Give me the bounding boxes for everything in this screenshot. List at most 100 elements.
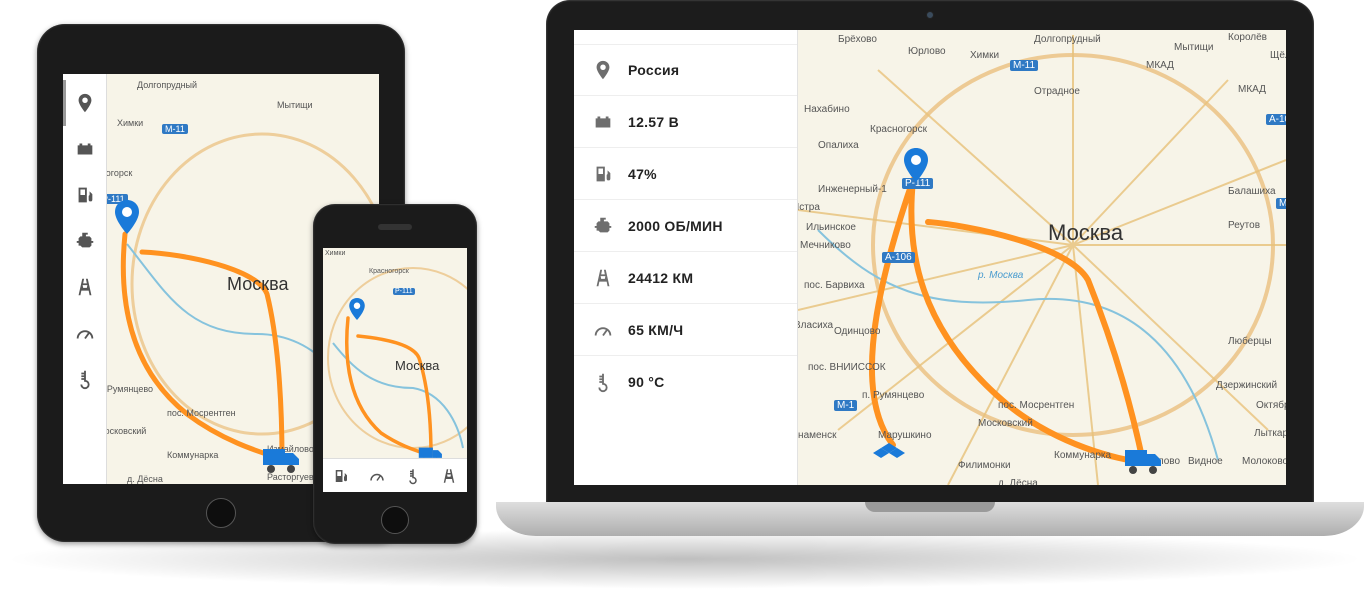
map-label-mytischi: Мытищи — [1174, 42, 1214, 53]
map-label-ilinskoe: Ильинское — [806, 222, 856, 233]
map-label-rostorguevo: Расторгуево — [267, 472, 319, 482]
metric-speed[interactable]: 65 КМ/Ч — [574, 304, 797, 356]
sidebar-item-engine[interactable] — [63, 218, 106, 264]
phone-map[interactable]: Химки Красногорск Москва Р-111 — [323, 248, 467, 458]
fuel-icon — [74, 184, 96, 206]
map-label-mytischi: Мытищи — [277, 100, 313, 110]
battery-icon — [74, 138, 96, 160]
metric-temperature[interactable]: 90 °С — [574, 356, 797, 408]
bottombar-item-speed[interactable] — [359, 459, 395, 492]
map-label-yurlovo: Юрлово — [908, 46, 946, 57]
map-label-krasnogorsk: Красногорск — [870, 124, 927, 135]
gauge-icon — [592, 319, 614, 341]
map-label-reutov: Реутов — [1228, 220, 1260, 231]
sidebar-item-speed[interactable] — [63, 310, 106, 356]
laptop-map[interactable]: Москва Брёхово Юрлово Химки Долгопрудный… — [798, 30, 1286, 485]
metric-location-value: Россия — [628, 62, 679, 78]
map-label-desna: д. Дёсна — [998, 478, 1038, 485]
map-label-dzerzhinsky: Дзержинский — [1216, 380, 1277, 391]
map-label-kommunarka: Коммунарка — [167, 450, 218, 460]
road-icon — [592, 267, 614, 289]
map-badge-a106: А-106 — [882, 252, 915, 263]
metric-odometer-value: 24412 КМ — [628, 270, 693, 286]
map-label-inzhenerny: Инженерный-1 — [818, 184, 887, 195]
map-label-balashikha: Балашиха — [1228, 186, 1276, 197]
map-label-korolev: Королёв — [1228, 32, 1267, 43]
bottombar-item-road[interactable] — [431, 459, 467, 492]
phone-label-moscow: Москва — [395, 358, 439, 373]
map-label-mosrentgen: пос. Мосрентген — [167, 408, 236, 418]
metric-rpm[interactable]: 2000 ОБ/МИН — [574, 200, 797, 252]
sidebar-item-location[interactable] — [63, 80, 106, 126]
map-badge-m7: М-7 — [1276, 198, 1286, 209]
metric-battery[interactable]: 12.57 B — [574, 96, 797, 148]
map-label-izmailovo: Измайлово — [267, 444, 314, 454]
metric-odometer[interactable]: 24412 КМ — [574, 252, 797, 304]
fuel-icon — [592, 163, 614, 185]
truck-icon — [1125, 446, 1163, 474]
map-label-khimki: Химки — [970, 50, 999, 61]
engine-icon — [74, 230, 96, 252]
map-label-mkad-2: МКАД — [1238, 84, 1266, 95]
metric-battery-value: 12.57 B — [628, 114, 679, 130]
map-label-mkad: МКАД — [1146, 60, 1174, 71]
map-label-nakhabino: Нахабино — [804, 104, 850, 115]
bottombar-item-fuel[interactable] — [323, 459, 359, 492]
map-badge-m1: М-1 — [834, 400, 857, 411]
phone-bottom-bar — [323, 458, 467, 492]
metrics-panel: Россия 12.57 B 47% 2000 ОБ/МИН 24412 КМ … — [574, 30, 798, 485]
truck-icon — [263, 445, 301, 473]
fuel-icon — [332, 467, 350, 485]
map-label-lytkarino: Лыткарино — [1254, 428, 1286, 439]
phone-home-button[interactable] — [381, 506, 409, 534]
cargo-icon — [873, 434, 907, 462]
map-badge-r111: Р-111 — [902, 178, 933, 189]
battery-icon — [592, 111, 614, 133]
laptop-frame: Москва Брёхово Юрлово Химки Долгопрудный… — [546, 0, 1314, 504]
sidebar-item-fuel[interactable] — [63, 172, 106, 218]
sidebar-item-battery[interactable] — [63, 126, 106, 172]
road-icon — [74, 276, 96, 298]
map-label-vidnoe: Видное — [1188, 456, 1223, 467]
map-label-m11: М-11 — [162, 124, 188, 134]
map-label-rumyantsevo: п. Румянцево — [862, 390, 924, 401]
engine-icon — [592, 215, 614, 237]
metric-rpm-value: 2000 ОБ/МИН — [628, 218, 723, 234]
map-label-filimonki: Филимонки — [958, 460, 1011, 471]
gauge-icon — [74, 322, 96, 344]
map-label-schelkovo: Щёлково — [1270, 50, 1286, 61]
gauge-icon — [368, 467, 386, 485]
map-label-dolgoprudny: Долгопрудный — [1034, 34, 1101, 45]
laptop-screen: Москва Брёхово Юрлово Химки Долгопрудный… — [574, 30, 1286, 485]
map-label-barvikha: пос. Барвиха — [804, 280, 865, 291]
map-label-kommunarka: Коммунарка — [1054, 450, 1111, 461]
phone-screen: Химки Красногорск Москва Р-111 — [323, 248, 467, 492]
map-badge-m11: М-11 — [1010, 60, 1038, 71]
map-label-vniissok: пос. ВНИИССОК — [808, 362, 886, 373]
map-label-r-moskva: р. Москва — [978, 270, 1023, 281]
route-pin-icon — [349, 298, 365, 320]
map-label-moscow: Москва — [1048, 220, 1123, 246]
phone-frame: Химки Красногорск Москва Р-111 — [313, 204, 477, 544]
tablet-home-button[interactable] — [206, 498, 236, 528]
bottombar-item-temp[interactable] — [395, 459, 431, 492]
road-icon — [440, 467, 458, 485]
temp-icon — [404, 467, 422, 485]
map-label-odintsovo: Одинцово — [834, 326, 880, 337]
metric-temperature-value: 90 °С — [628, 374, 665, 390]
phone-speaker — [378, 224, 412, 230]
map-label-opalikha: Опалиха — [818, 140, 859, 151]
map-label-otradnoe: Отрадное — [1034, 86, 1080, 97]
sidebar-item-road[interactable] — [63, 264, 106, 310]
metric-location[interactable]: Россия — [574, 44, 797, 96]
map-label-moscow: Москва — [227, 274, 288, 295]
tablet-sidebar — [63, 74, 107, 484]
sidebar-item-temp[interactable] — [63, 356, 106, 402]
map-label-mechnikovo: Мечниково — [800, 240, 851, 251]
map-label-znamensk: Знаменск — [792, 430, 836, 441]
map-label-izmailovo: Измайлово — [1128, 456, 1180, 467]
metric-speed-value: 65 КМ/Ч — [628, 322, 683, 338]
metric-fuel[interactable]: 47% — [574, 148, 797, 200]
map-label-lyubertsy: Люберцы — [1228, 336, 1272, 347]
phone-label-r111: Р-111 — [393, 288, 415, 295]
